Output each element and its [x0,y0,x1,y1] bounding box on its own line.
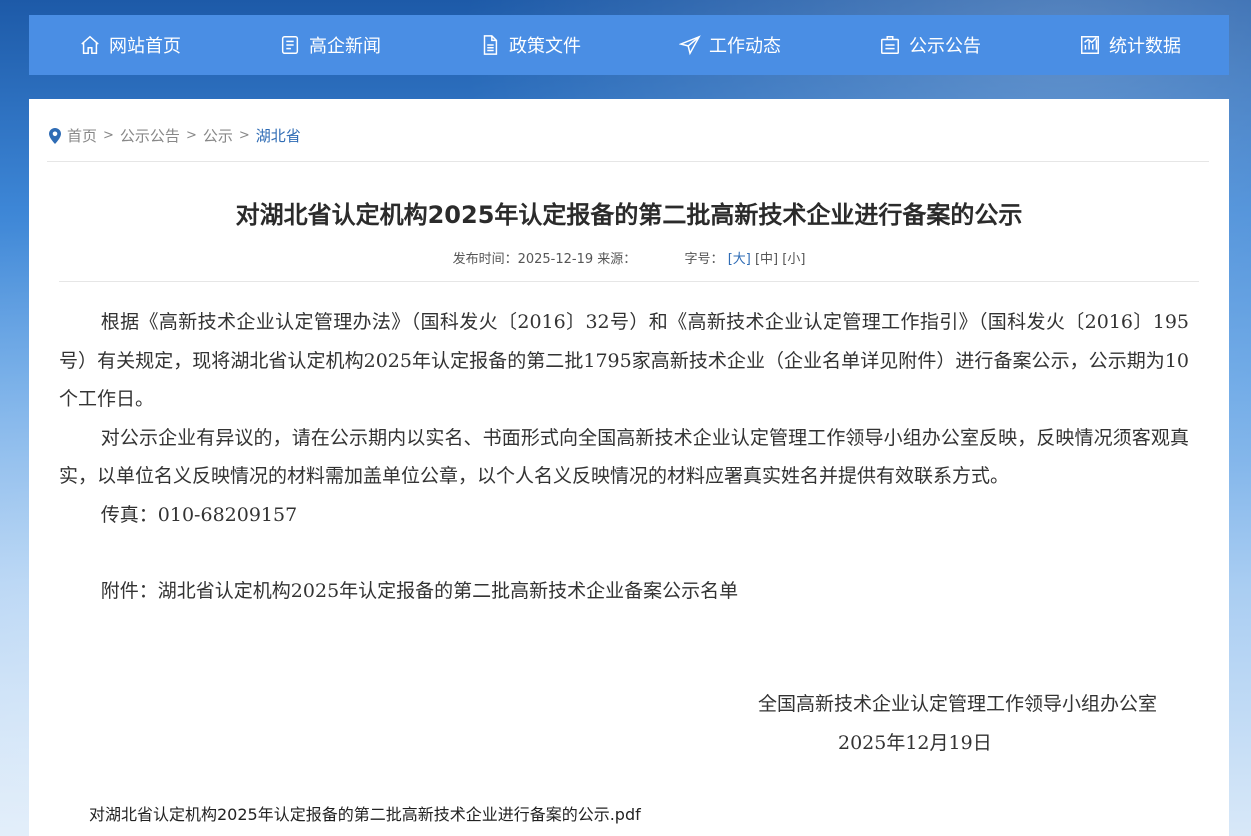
divider [59,281,1199,282]
home-icon [81,35,99,54]
nav-item-notice[interactable]: 公示公告 [879,32,981,58]
breadcrumb-notice[interactable]: 公示公告 [120,125,180,146]
signature-date: 2025年12月19日 [837,731,992,754]
nav-item-label: 政策文件 [509,36,581,57]
paragraph: 传真：010-68209157 [100,503,298,526]
attachment-link[interactable]: 对湖北省认定机构2025年认定报备的第二批高新技术企业进行备案的公示.pdf [89,801,641,825]
article-panel: 首页 > 公示公告 > 公示 > 湖北省 对湖北省认定机构2025年认定报备的第… [29,99,1229,836]
document-icon [483,35,498,55]
signature-org: 全国高新技术企业认定管理工作领导小组办公室 [757,693,1157,715]
breadcrumb-current[interactable]: 湖北省 [256,125,301,146]
breadcrumb: 首页 > 公示公告 > 公示 > 湖北省 [49,125,301,146]
notice-icon [881,36,899,54]
article-meta: 发布时间：2025-12-19 来源： 字号： [大] [中] [小] [29,248,1229,267]
font-size-small-button[interactable]: [小] [782,252,805,267]
chart-icon [1081,36,1099,54]
paragraph: 根据《高新技术企业认定管理办法》（国科发火〔2016〕32号）和《高新技术企业认… [59,311,1189,410]
news-icon [281,36,299,54]
article-body: 根据《高新技术企业认定管理办法》（国科发火〔2016〕32号）和《高新技术企业认… [59,303,1189,611]
nav-item-label: 高企新闻 [309,36,381,57]
nav-item-home[interactable]: 网站首页 [79,32,181,58]
font-size-medium-button[interactable]: [中] [755,252,778,267]
location-pin-icon [49,127,61,144]
breadcrumb-separator: > [238,128,250,143]
font-size-large-button[interactable]: [大] [728,252,751,267]
nav-item-statistics[interactable]: 统计数据 [1079,32,1181,58]
send-icon [679,35,701,56]
nav-item-label: 网站首页 [109,36,181,57]
breadcrumb-home[interactable]: 首页 [67,125,97,146]
article-title: 对湖北省认定机构2025年认定报备的第二批高新技术企业进行备案的公示 [235,201,1023,229]
divider [47,161,1209,162]
nav-item-label: 工作动态 [709,36,781,57]
signature-block: 全国高新技术企业认定管理工作领导小组办公室 2025年12月19日 [758,685,1157,762]
font-size-label: 字号： [684,252,724,267]
attachment-note: 附件：湖北省认定机构2025年认定报备的第二批高新技术企业备案公示名单 [100,580,739,602]
breadcrumb-separator: > [185,128,197,143]
publish-info: 发布时间：2025-12-19 来源： [452,252,637,267]
paragraph: 对公示企业有异议的，请在公示期内以实名、书面形式向全国高新技术企业认定管理工作领… [59,426,1189,488]
nav-item-policy[interactable]: 政策文件 [479,32,581,58]
breadcrumb-separator: > [103,128,114,143]
nav-item-label: 公示公告 [909,36,981,57]
nav-item-work-news[interactable]: 工作动态 [679,32,781,58]
nav-item-label: 统计数据 [1109,36,1181,57]
top-navigation: 网站首页 高企新闻 政策文件 工作动态 公示公告 统计数据 [29,15,1229,75]
breadcrumb-publicity[interactable]: 公示 [203,125,233,146]
nav-item-news[interactable]: 高企新闻 [279,32,381,58]
